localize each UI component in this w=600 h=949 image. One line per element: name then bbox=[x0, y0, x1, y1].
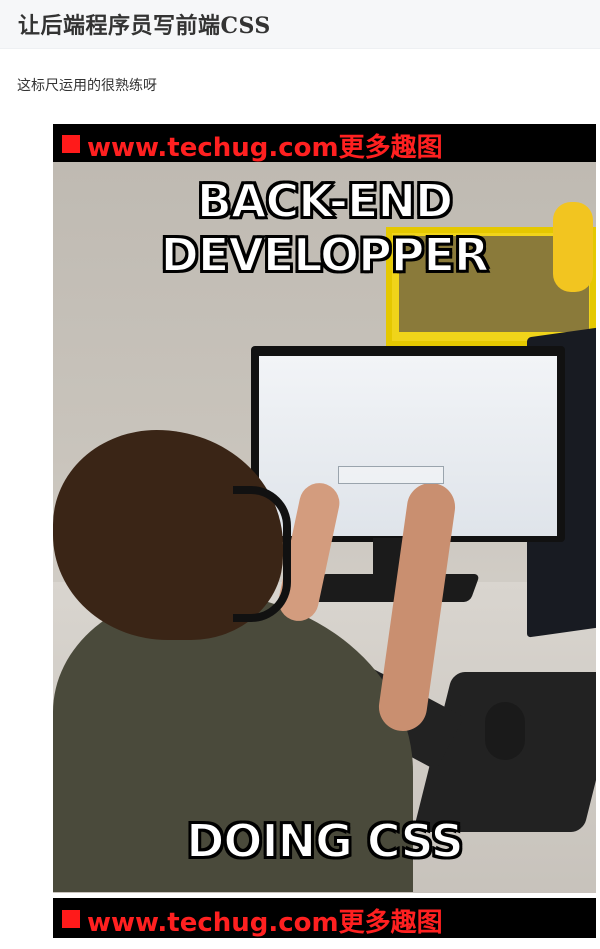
ruler bbox=[338, 466, 444, 484]
watermark-text-top: www.techug.com更多趣图 bbox=[87, 133, 443, 163]
mouse bbox=[485, 702, 525, 760]
meme-image: www.techug.com更多趣图 BACK-END DEVELOPPER D… bbox=[53, 124, 596, 893]
watermark-banner-bottom: www.techug.com更多趣图 bbox=[53, 898, 596, 938]
red-square-icon bbox=[62, 135, 80, 153]
article-title: 让后端程序员写前端CSS bbox=[18, 13, 271, 39]
meme-caption-top: BACK-END DEVELOPPER bbox=[160, 173, 491, 283]
article-description: 这标尺运用的很熟练呀 bbox=[17, 78, 157, 94]
headset bbox=[233, 486, 291, 622]
red-square-icon bbox=[62, 910, 80, 928]
article-header: 让后端程序员写前端CSS bbox=[0, 0, 600, 49]
meme-caption-bottom: DOING CSS bbox=[185, 813, 464, 869]
watermark-banner-top: www.techug.com更多趣图 bbox=[53, 124, 596, 163]
watermark-text-bottom: www.techug.com更多趣图 bbox=[87, 908, 443, 938]
